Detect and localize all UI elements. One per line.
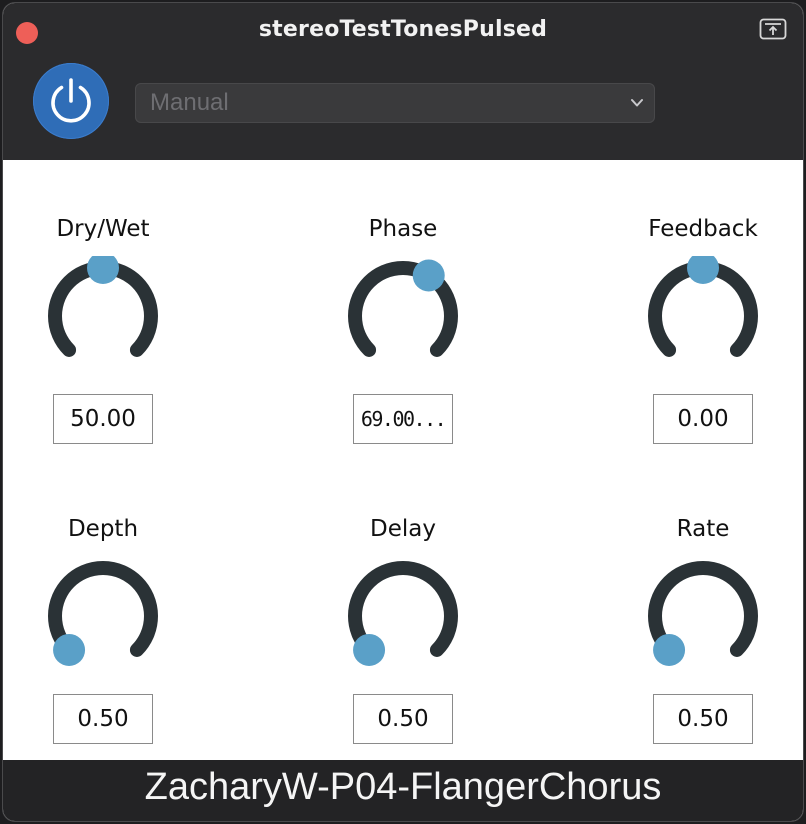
preset-dropdown[interactable]: Manual xyxy=(135,83,655,123)
param-label: Dry/Wet xyxy=(56,216,150,242)
knob-thumb[interactable] xyxy=(87,256,119,284)
rate-value-field[interactable]: 0.50 xyxy=(653,694,753,744)
plugin-window: stereoTestTonesPulsed Manual Dry/Wet 50.… xyxy=(3,3,803,821)
window-title: stereoTestTonesPulsed xyxy=(258,17,548,42)
param-label: Phase xyxy=(368,216,438,242)
knob-thumb[interactable] xyxy=(53,633,86,666)
power-button[interactable] xyxy=(33,63,109,139)
param-label: Depth xyxy=(67,516,139,542)
knob-thumb[interactable] xyxy=(653,633,686,666)
dry-wet-value-field[interactable]: 50.00 xyxy=(53,394,153,444)
rate-knob[interactable] xyxy=(638,556,768,676)
delay-knob[interactable] xyxy=(338,556,468,676)
knob-thumb[interactable] xyxy=(353,633,386,666)
plugin-name-label: ZacharyW-P04-FlangerChorus xyxy=(144,766,662,808)
footer-bar: ZacharyW-P04-FlangerChorus xyxy=(3,760,803,821)
phase-knob[interactable] xyxy=(338,256,468,376)
knob-thumb[interactable] xyxy=(687,256,719,284)
feedback-value-field[interactable]: 0.00 xyxy=(653,394,753,444)
feedback-knob[interactable] xyxy=(638,256,768,376)
param-label: Delay xyxy=(370,516,436,542)
depth-value-field[interactable]: 0.50 xyxy=(53,694,153,744)
param-label: Feedback xyxy=(648,216,758,242)
chevron-down-icon xyxy=(631,99,643,107)
preset-selected-value: Manual xyxy=(150,89,229,116)
param-label: Rate xyxy=(676,516,730,542)
phase-value-field[interactable]: 69.00... xyxy=(353,394,453,444)
share-icon[interactable] xyxy=(759,18,787,40)
title-bar: stereoTestTonesPulsed Manual xyxy=(3,3,803,160)
delay-value-field[interactable]: 0.50 xyxy=(353,694,453,744)
knob-thumb[interactable] xyxy=(412,259,445,292)
depth-knob[interactable] xyxy=(38,556,168,676)
power-icon xyxy=(51,78,91,123)
dry-wet-knob[interactable] xyxy=(38,256,168,376)
